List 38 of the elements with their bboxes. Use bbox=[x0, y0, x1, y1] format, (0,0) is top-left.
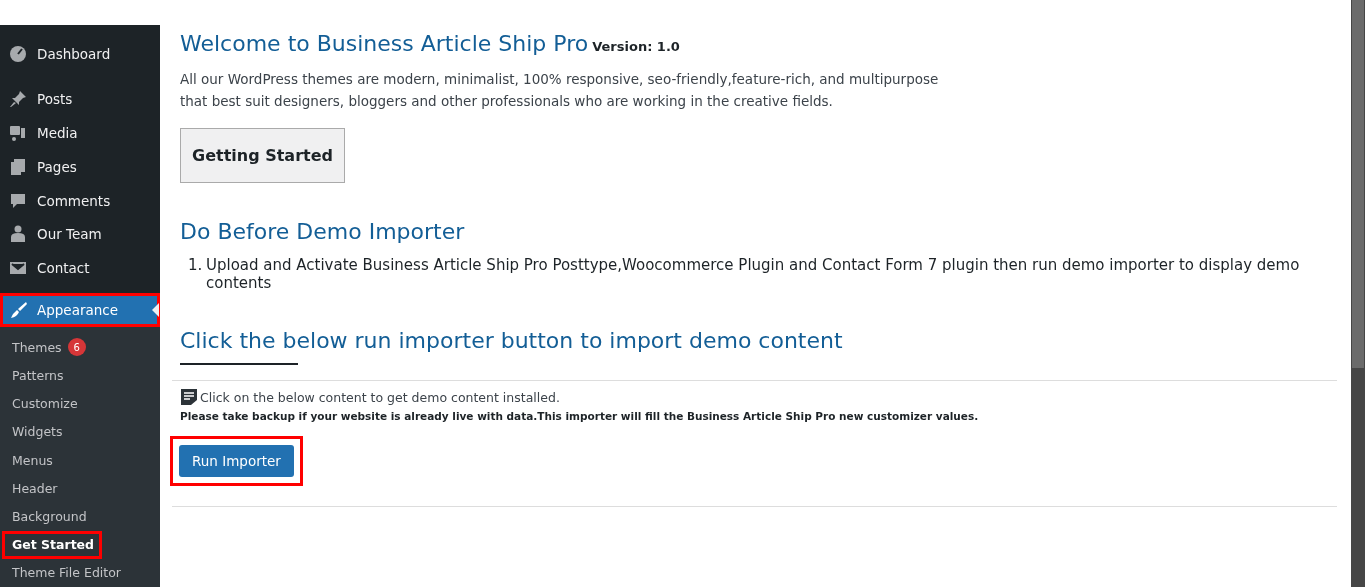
menu-item[interactable]: Posts bbox=[0, 81, 160, 116]
submenu-item[interactable]: Patterns bbox=[0, 361, 76, 390]
step-text: Upload and Activate Business Article Ship Pro Posttype,Woocommerce Plugin and Contact Form 7 plugin then run demo importer to display demo contents bbox=[206, 256, 1301, 292]
document-icon bbox=[180, 388, 198, 406]
warning-text: Please take backup if your website is already live with data.This importer will fill the Business Article Ship Pro new customizer values. bbox=[180, 410, 980, 422]
run-importer-button[interactable]: Run Importer bbox=[179, 445, 294, 477]
note-text: Click on the below content to get demo content installed. bbox=[200, 389, 560, 405]
menu-item[interactable]: Our Team bbox=[0, 217, 160, 252]
version-label: Version: 1.0 bbox=[592, 39, 680, 54]
submenu-item[interactable]: Menus bbox=[0, 446, 65, 475]
submenu-item[interactable]: Get Started bbox=[2, 530, 103, 559]
submenu-item[interactable]: Themes 6 bbox=[0, 333, 98, 362]
submenu-item[interactable]: Background bbox=[0, 502, 99, 531]
list-number: 1. bbox=[188, 256, 201, 276]
scrollbar-thumb[interactable] bbox=[1352, 0, 1364, 368]
getting-started-button[interactable]: Getting Started bbox=[180, 128, 345, 183]
submenu-item[interactable]: Theme File Editor bbox=[0, 558, 133, 587]
page-title: Welcome to Business Article Ship Pro bbox=[180, 31, 589, 56]
section-heading: Do Before Demo Importer bbox=[180, 219, 466, 244]
pages-icon bbox=[8, 156, 28, 177]
caret-icon bbox=[152, 303, 159, 318]
menu-item[interactable]: Media bbox=[0, 115, 160, 150]
menu-item[interactable]: Contact bbox=[0, 251, 160, 286]
submenu-item[interactable]: Header bbox=[0, 474, 70, 503]
dashboard-icon bbox=[8, 43, 28, 64]
submenu-item[interactable]: Customize bbox=[0, 389, 90, 418]
menu-item[interactable]: Comments bbox=[0, 183, 160, 218]
pin-icon bbox=[8, 88, 28, 109]
section-heading: Click the below run importer button to import demo content bbox=[180, 328, 844, 353]
intro-text: All our WordPress themes are modern, minimalist, 100% responsive, seo-friendly,feature-rich, and multipurpose that best suit designers, bloggers and other professionals who are working in the creative fields. bbox=[180, 70, 940, 111]
menu-item[interactable]: Appearance bbox=[0, 293, 160, 328]
menu-item[interactable]: Dashboard bbox=[0, 37, 160, 71]
submenu-item[interactable]: Widgets bbox=[0, 417, 75, 446]
person-icon bbox=[8, 224, 28, 245]
brush-icon bbox=[8, 300, 28, 321]
menu-item[interactable]: Pages bbox=[0, 149, 160, 184]
update-count-badge: 6 bbox=[67, 338, 86, 357]
scrollbar[interactable] bbox=[1351, 0, 1365, 587]
